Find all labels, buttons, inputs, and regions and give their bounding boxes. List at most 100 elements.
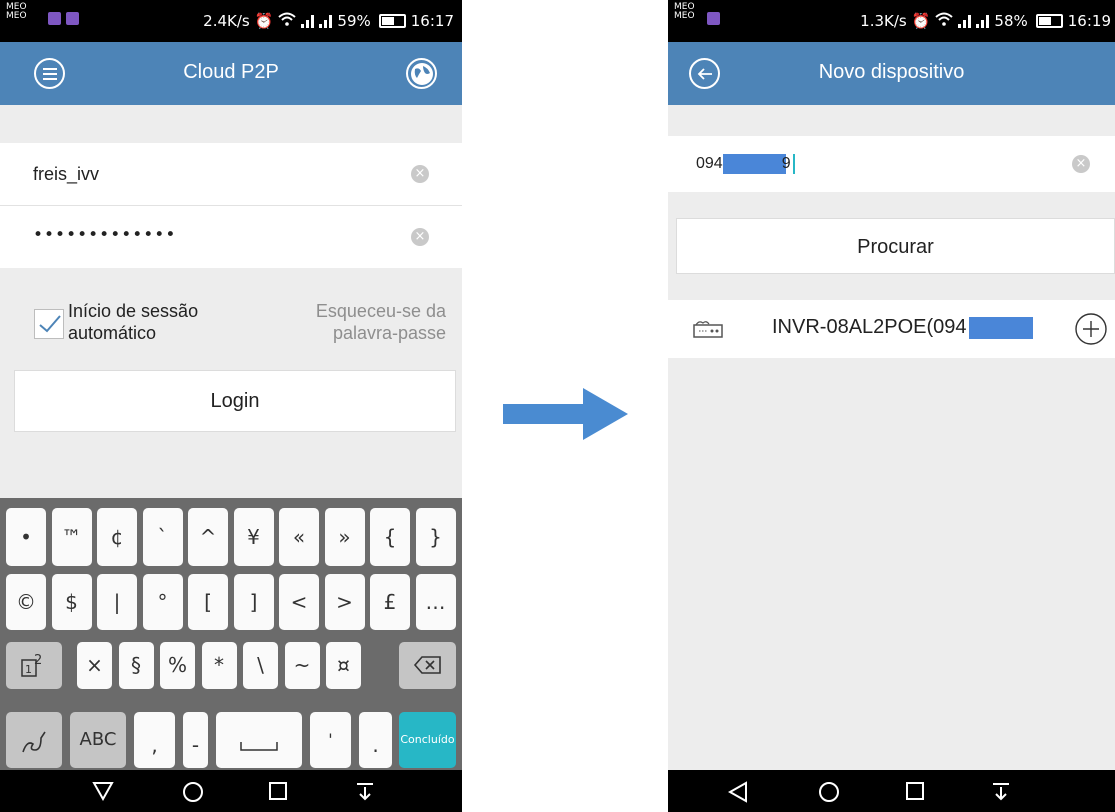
- symbol-key[interactable]: ×: [77, 642, 112, 689]
- clear-icon[interactable]: ×: [1072, 155, 1090, 173]
- battery-icon: [1035, 14, 1063, 28]
- symbol-key[interactable]: `: [142, 508, 183, 566]
- done-key[interactable]: Concluído: [399, 712, 456, 768]
- symbol-key[interactable]: §: [118, 642, 154, 689]
- nav-bar: [0, 770, 462, 812]
- space-key[interactable]: [216, 712, 302, 768]
- symbol-key[interactable]: ]: [233, 574, 274, 630]
- check-icon: [39, 315, 61, 333]
- app-title: Cloud P2P: [183, 61, 279, 83]
- globe-icon: [410, 62, 433, 85]
- clock: 16:19: [1067, 12, 1111, 30]
- symbol-key[interactable]: ¢: [97, 508, 137, 566]
- status-right: 1.3K/s ⏰ 58% 16:19: [860, 12, 1111, 30]
- device-id-field[interactable]: 094 9 ×: [668, 136, 1115, 192]
- symbol-key[interactable]: ^: [188, 508, 228, 566]
- symbol-key[interactable]: •: [6, 508, 46, 566]
- symbol-key[interactable]: «: [279, 508, 319, 566]
- carrier-label: MEO MEO: [6, 2, 27, 21]
- signal-icon: [301, 14, 315, 28]
- clear-icon[interactable]: ×: [411, 228, 429, 246]
- carrier-label: MEO MEO: [674, 2, 695, 21]
- signal-icon: [958, 14, 972, 28]
- status-bar: MEO MEO 1.3K/s ⏰ 58% 16:19: [668, 0, 1115, 42]
- status-bar: MEO MEO 2.4K/s ⏰ 59% 16:17: [0, 0, 462, 42]
- text-cursor: [792, 154, 795, 174]
- nvr-device-icon: [693, 321, 723, 338]
- login-button[interactable]: Login: [14, 370, 456, 432]
- globe-button[interactable]: [406, 58, 437, 89]
- auto-login-checkbox[interactable]: [34, 309, 64, 339]
- alarm-icon: ⏰: [911, 12, 931, 30]
- symbol-key[interactable]: ¤: [326, 642, 361, 689]
- flow-arrow-icon: [503, 388, 628, 440]
- keyboard-mode-key[interactable]: 12: [6, 642, 62, 689]
- symbol-key[interactable]: |: [97, 574, 137, 630]
- password-value: •••••••••••••: [33, 225, 177, 245]
- signal-icon: [976, 14, 990, 28]
- clock: 16:17: [410, 12, 454, 30]
- auto-login-label[interactable]: Início de sessão automático: [68, 300, 198, 344]
- dash-key[interactable]: -: [183, 712, 208, 768]
- comma-key[interactable]: ,: [134, 712, 175, 768]
- symbol-key[interactable]: }: [415, 508, 456, 566]
- symbol-key[interactable]: {: [370, 508, 410, 566]
- notification-icon: [66, 12, 79, 25]
- home-nav-icon[interactable]: [182, 781, 204, 803]
- username-field[interactable]: freis_ivv ×: [0, 143, 462, 205]
- symbol-key[interactable]: ~: [284, 642, 320, 689]
- back-nav-icon[interactable]: [92, 781, 114, 801]
- app-bar: Cloud P2P: [0, 42, 462, 105]
- network-speed: 1.3K/s: [860, 12, 907, 30]
- symbol-key[interactable]: <: [279, 574, 319, 630]
- clear-icon[interactable]: ×: [411, 165, 429, 183]
- back-nav-icon[interactable]: [728, 781, 748, 803]
- symbol-key[interactable]: »: [324, 508, 365, 566]
- symbol-keyboard: • ™ ¢ ` ^ ¥ «»{} © $ | °[] < > £… 12 × §% * \ ~ ¤ ABC , -…: [0, 498, 462, 770]
- battery-percent: 58%: [994, 12, 1028, 30]
- home-nav-icon[interactable]: [818, 781, 840, 803]
- symbol-key[interactable]: ©: [6, 574, 46, 630]
- notification-icon: [707, 12, 720, 25]
- redacted-block: [968, 316, 1033, 339]
- search-button[interactable]: Procurar: [676, 218, 1115, 274]
- symbol-key[interactable]: *: [201, 642, 237, 689]
- symbol-key[interactable]: >: [324, 574, 365, 630]
- apostrophe-key[interactable]: ': [310, 712, 351, 768]
- backspace-key[interactable]: [399, 642, 456, 689]
- recents-nav-icon[interactable]: [268, 781, 288, 801]
- wifi-icon: [935, 12, 954, 30]
- app-title: Novo dispositivo: [818, 61, 965, 83]
- battery-percent: 59%: [337, 12, 371, 30]
- redacted-block: [722, 154, 786, 174]
- notifications-nav-icon[interactable]: [992, 781, 1010, 801]
- handwriting-icon: [22, 731, 46, 753]
- symbol-key[interactable]: °: [142, 574, 183, 630]
- period-key[interactable]: .: [359, 712, 392, 768]
- battery-icon: [378, 14, 406, 28]
- symbol-key[interactable]: %: [160, 642, 195, 689]
- add-icon[interactable]: [1074, 312, 1108, 346]
- password-field[interactable]: ••••••••••••• ×: [0, 206, 462, 268]
- phone-screen-new-device: MEO MEO 1.3K/s ⏰ 58% 16:19 Novo disposit…: [668, 0, 1115, 812]
- handwriting-key[interactable]: [6, 712, 62, 768]
- app-bar: Novo dispositivo: [668, 42, 1115, 105]
- notification-icon: [48, 12, 61, 25]
- symbol-key[interactable]: \: [243, 642, 278, 689]
- forgot-password-link[interactable]: Esqueceu-se da palavra-passe: [316, 300, 446, 344]
- numbers-icon: 12: [21, 653, 42, 677]
- abc-key[interactable]: ABC: [70, 712, 126, 768]
- symbol-key[interactable]: ¥: [233, 508, 274, 566]
- symbol-key[interactable]: ™: [51, 508, 92, 566]
- symbol-key[interactable]: [: [188, 574, 228, 630]
- device-name: INVR-08AL2POE(094: [772, 316, 1033, 339]
- device-id-value: 094 9: [696, 154, 795, 174]
- notifications-nav-icon[interactable]: [356, 781, 374, 801]
- symbol-key[interactable]: …: [415, 574, 456, 630]
- svg-text:2: 2: [34, 653, 42, 668]
- status-right: 2.4K/s ⏰ 59% 16:17: [203, 12, 454, 30]
- symbol-key[interactable]: £: [370, 574, 410, 630]
- recents-nav-icon[interactable]: [905, 781, 925, 801]
- symbol-key[interactable]: $: [51, 574, 92, 630]
- device-list-item[interactable]: INVR-08AL2POE(094: [668, 300, 1115, 358]
